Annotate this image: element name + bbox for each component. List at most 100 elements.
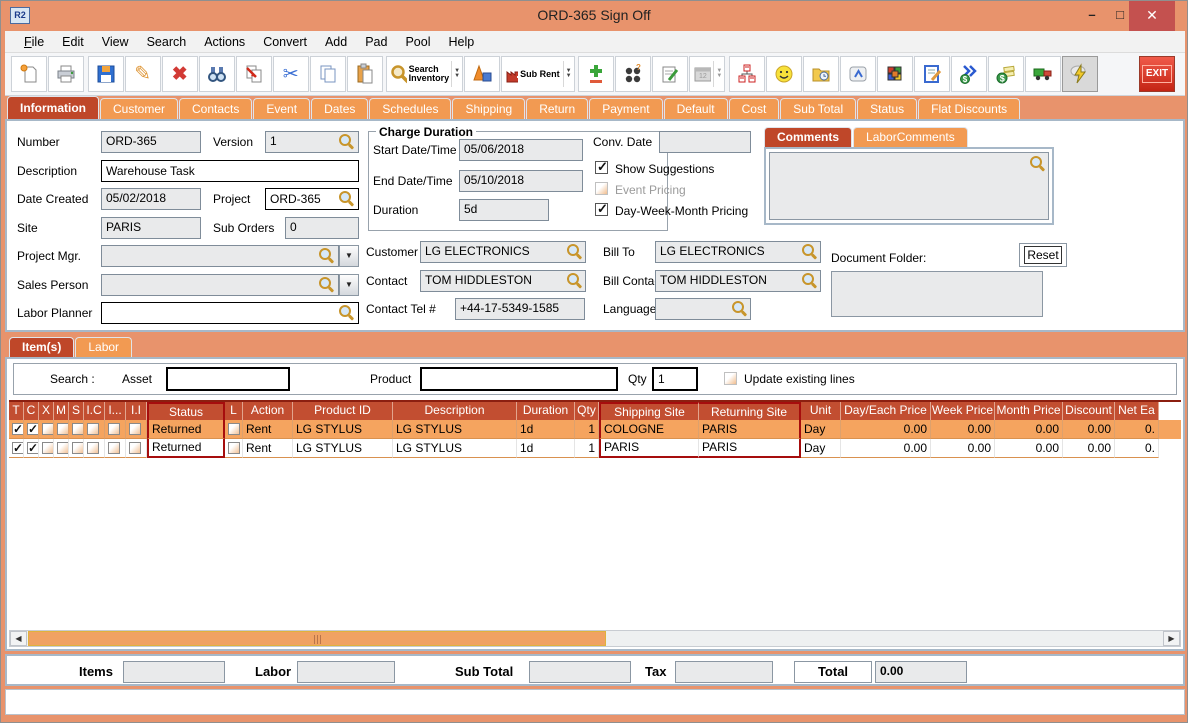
cell-checkbox-idots[interactable]: [108, 442, 120, 454]
new-document-button[interactable]: [11, 56, 47, 92]
menu-view[interactable]: View: [93, 35, 138, 49]
cell-week_price[interactable]: 0.00: [931, 420, 995, 439]
cell-net_ea[interactable]: 0.: [1115, 420, 1159, 439]
reset-button[interactable]: Reset: [1019, 243, 1067, 267]
tab-status[interactable]: Status: [857, 98, 918, 119]
sales-person-search-icon[interactable]: [319, 277, 333, 291]
cell-t[interactable]: [9, 420, 24, 439]
cell-description[interactable]: LG STYLUS: [393, 439, 517, 458]
cell-month_price[interactable]: 0.00: [995, 420, 1063, 439]
cell-week_price[interactable]: 0.00: [931, 439, 995, 458]
menu-convert[interactable]: Convert: [254, 35, 316, 49]
tab-comments[interactable]: Comments: [764, 127, 853, 147]
cell-qty[interactable]: 1: [575, 439, 599, 458]
cell-shipping_site[interactable]: PARIS: [599, 439, 699, 458]
cell-ii[interactable]: [126, 420, 147, 439]
scroll-left-button[interactable]: ◀: [10, 631, 27, 646]
column-header-ii[interactable]: I.I: [126, 402, 147, 420]
duration-field[interactable]: 5d: [459, 199, 549, 221]
tab-event[interactable]: Event: [253, 98, 311, 119]
dwm-pricing-checkbox[interactable]: [595, 201, 608, 217]
dropdown-arrows-icon[interactable]: ▼ ▼: [562, 61, 572, 87]
pool-query-button[interactable]: ?: [615, 56, 652, 92]
cell-t[interactable]: [9, 439, 24, 458]
cell-x[interactable]: [39, 420, 54, 439]
cell-checkbox-t[interactable]: [12, 421, 23, 438]
column-header-m[interactable]: M: [54, 402, 69, 420]
cell-m[interactable]: [54, 420, 69, 439]
column-header-discount[interactable]: Discount: [1063, 402, 1115, 420]
menu-pad[interactable]: Pad: [356, 35, 396, 49]
comments-search-icon[interactable]: [1030, 156, 1044, 170]
tab-cost[interactable]: Cost: [728, 98, 780, 119]
column-header-c[interactable]: C: [24, 402, 39, 420]
cell-x[interactable]: [39, 439, 54, 458]
column-header-unit[interactable]: Unit: [801, 402, 841, 420]
add-line-button[interactable]: [578, 56, 615, 92]
cell-status[interactable]: Returned: [147, 439, 225, 458]
paste-button[interactable]: [346, 56, 383, 92]
end-date-field[interactable]: 05/10/2018: [459, 170, 583, 192]
cell-idots[interactable]: [105, 439, 126, 458]
customer-field[interactable]: LG ELECTRONICS: [420, 241, 586, 263]
search-inventory-button[interactable]: Search Inventory ▼ ▼: [386, 56, 464, 92]
close-button[interactable]: ✕: [1129, 1, 1175, 31]
menu-actions[interactable]: Actions: [195, 35, 254, 49]
column-header-description[interactable]: Description: [393, 402, 517, 420]
menu-help[interactable]: Help: [440, 35, 484, 49]
labor-planner-input[interactable]: [101, 302, 359, 324]
tab-sub-total[interactable]: Sub Total: [780, 98, 857, 119]
column-header-product_id[interactable]: Product ID: [293, 402, 393, 420]
cell-product_id[interactable]: LG STYLUS: [293, 420, 393, 439]
tab-labor-comments[interactable]: LaborComments: [853, 127, 968, 147]
version-search-icon[interactable]: [339, 134, 353, 148]
tab-customer[interactable]: Customer: [100, 98, 179, 119]
column-header-returning_site[interactable]: Returning Site: [699, 402, 801, 420]
column-header-t[interactable]: T: [9, 402, 24, 420]
cell-ic[interactable]: [84, 420, 105, 439]
column-header-action[interactable]: Action: [243, 402, 293, 420]
notes-button[interactable]: [652, 56, 689, 92]
tab-dates[interactable]: Dates: [311, 98, 369, 119]
show-suggestions-checkbox[interactable]: [595, 159, 608, 175]
save-button[interactable]: [87, 56, 124, 92]
cell-m[interactable]: [54, 439, 69, 458]
smiley-button[interactable]: [766, 56, 802, 92]
delete-button[interactable]: ✖: [161, 56, 198, 92]
tab-return[interactable]: Return: [526, 98, 589, 119]
column-header-shipping_site[interactable]: Shipping Site: [599, 402, 699, 420]
bill-contact-field[interactable]: TOM HIDDLESTON: [655, 270, 821, 292]
copy-special-button[interactable]: [235, 56, 272, 92]
cell-checkbox-x[interactable]: [42, 423, 53, 435]
tab-payment[interactable]: Payment: [589, 98, 663, 119]
find-button[interactable]: [198, 56, 235, 92]
cell-returning_site[interactable]: PARIS: [699, 439, 801, 458]
tab-contacts[interactable]: Contacts: [179, 98, 253, 119]
column-header-s[interactable]: S: [69, 402, 84, 420]
sales-person-field[interactable]: [101, 274, 339, 296]
customer-search-icon[interactable]: [567, 244, 581, 258]
column-header-idots[interactable]: I...: [105, 402, 126, 420]
menu-add[interactable]: Add: [316, 35, 356, 49]
inventory-shapes-button[interactable]: [464, 56, 501, 92]
description-input[interactable]: [101, 160, 359, 182]
table-row[interactable]: ReturnedRentLG STYLUSLG STYLUS1d1PARISPA…: [9, 439, 1181, 458]
bill-to-search-icon[interactable]: [802, 244, 816, 258]
project-mgr-search-icon[interactable]: [319, 248, 333, 262]
column-header-week_price[interactable]: Week Price: [931, 402, 995, 420]
qty-input[interactable]: [652, 367, 698, 391]
cell-checkbox-ii[interactable]: [129, 423, 141, 435]
folder-history-button[interactable]: [803, 56, 839, 92]
contact-tel-field[interactable]: +44-17-5349-1585: [455, 298, 585, 320]
rates-transfer-button[interactable]: $: [951, 56, 987, 92]
tab-default[interactable]: Default: [663, 98, 728, 119]
cell-checkbox-m[interactable]: [57, 423, 68, 435]
project-search-icon[interactable]: [339, 191, 353, 205]
cell-c[interactable]: [24, 439, 39, 458]
tab-shipping[interactable]: Shipping: [452, 98, 526, 119]
column-header-month_price[interactable]: Month Price: [995, 402, 1063, 420]
column-header-status[interactable]: Status: [147, 402, 225, 420]
cell-ii[interactable]: [126, 439, 147, 458]
cell-checkbox-x[interactable]: [42, 442, 53, 454]
column-header-duration[interactable]: Duration: [517, 402, 575, 420]
